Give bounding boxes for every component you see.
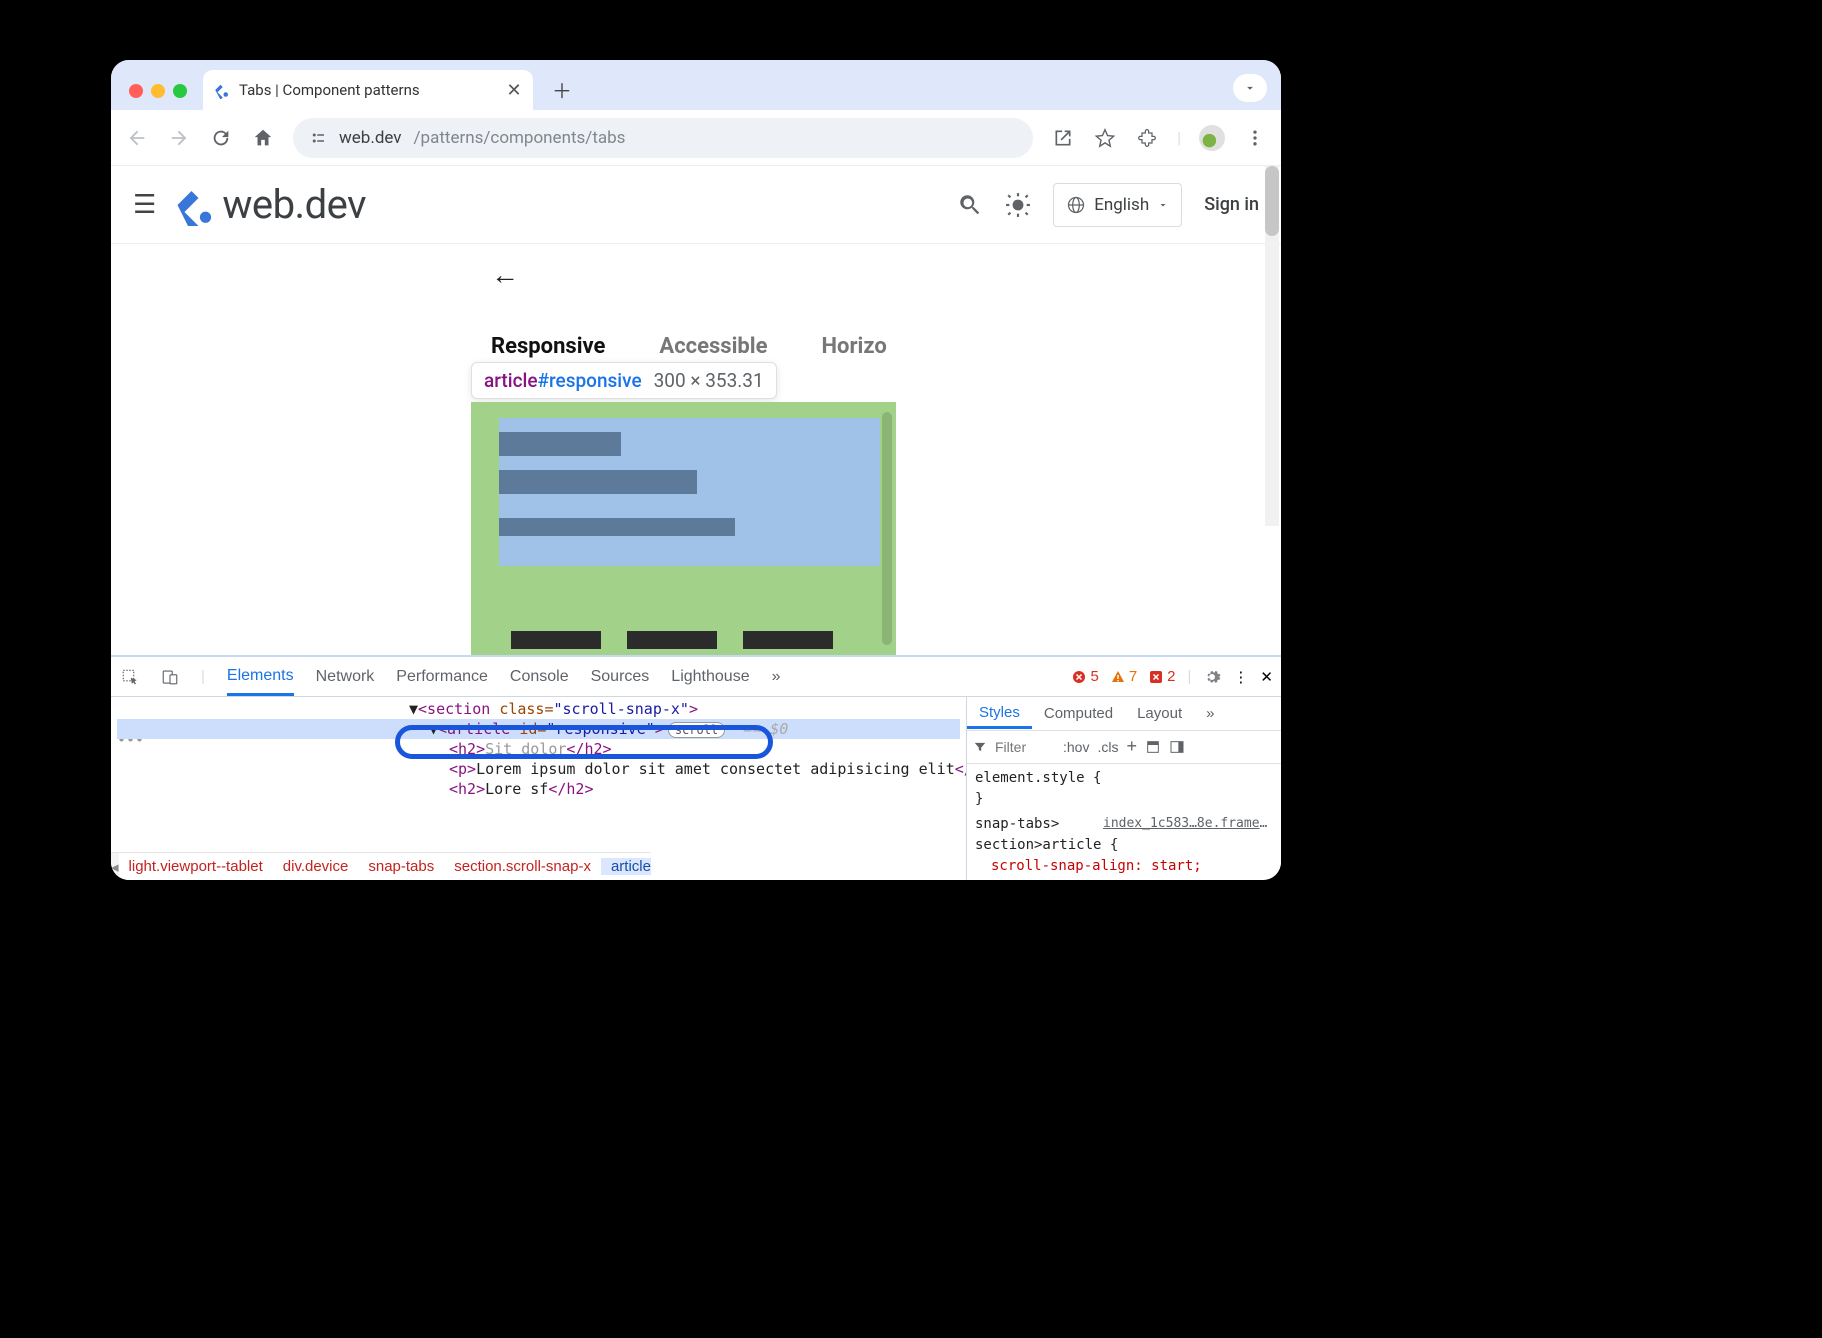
dom-breadcrumbs: ◂ light.viewport--tablet div.device snap…	[111, 852, 651, 880]
element-highlight-overlay	[471, 402, 896, 655]
crumb-item[interactable]: section.scroll-snap-x	[444, 858, 601, 875]
tooltip-tag: article	[484, 369, 538, 392]
window-controls	[123, 84, 197, 110]
tab-responsive[interactable]: Responsive	[491, 334, 605, 359]
devtools-tab-network[interactable]: Network	[316, 668, 375, 686]
styles-tab-computed[interactable]: Computed	[1032, 705, 1125, 722]
site-header: ☰ web.dev English Sign in	[111, 166, 1281, 244]
share-icon[interactable]	[1051, 126, 1075, 150]
browser-tab[interactable]: Tabs | Component patterns ✕	[203, 70, 533, 110]
new-style-rule-icon[interactable]: +	[1126, 736, 1137, 757]
back-arrow-icon[interactable]: ←	[491, 258, 519, 291]
annotation-highlight	[395, 725, 773, 759]
styles-pane: Styles Computed Layout » :hov .cls + ele…	[966, 697, 1281, 880]
site-info-icon[interactable]	[309, 129, 327, 147]
toggle-sidebar-icon[interactable]	[1169, 739, 1185, 755]
new-tab-button[interactable]: ＋	[547, 74, 577, 104]
error-counter[interactable]: 5	[1072, 668, 1098, 685]
browser-menu-icon[interactable]	[1243, 126, 1267, 150]
warning-counter[interactable]: 7	[1111, 668, 1137, 685]
devtools-panel: | Elements Network Performance Console S…	[111, 655, 1281, 880]
browser-toolbar: web.dev/patterns/components/tabs |	[111, 110, 1281, 166]
inspect-element-icon[interactable]	[121, 668, 139, 686]
minimize-window-icon[interactable]	[151, 84, 165, 98]
computed-styles-icon[interactable]	[1145, 739, 1161, 755]
styles-more-tabs-icon[interactable]: »	[1194, 705, 1226, 722]
back-button[interactable]	[125, 126, 149, 150]
crumb-scroll-left-icon[interactable]: ◂	[111, 853, 119, 880]
reload-button[interactable]	[209, 126, 233, 150]
filter-icon	[973, 740, 987, 754]
styles-toolbar: :hov .cls +	[967, 731, 1281, 765]
tab-strip: Tabs | Component patterns ✕ ＋	[111, 60, 1281, 110]
crumb-item-active[interactable]: article#responsive	[601, 858, 651, 875]
devtools-close-icon[interactable]: ✕	[1260, 668, 1273, 686]
demo-tabs: Responsive Accessible Horizo	[491, 334, 906, 359]
device-toolbar-icon[interactable]	[161, 668, 179, 686]
tooltip-id: #responsive	[538, 369, 642, 392]
crumb-item[interactable]: light.viewport--tablet	[119, 858, 273, 875]
styles-tab-layout[interactable]: Layout	[1125, 705, 1194, 722]
devtools-tab-console[interactable]: Console	[510, 668, 569, 686]
styles-filter-input[interactable]	[995, 739, 1055, 755]
devtools-menu-icon[interactable]: ⋮	[1233, 668, 1248, 686]
crumb-item[interactable]: snap-tabs	[358, 858, 444, 875]
issues-counter[interactable]: 2	[1149, 668, 1175, 685]
hov-toggle[interactable]: :hov	[1063, 739, 1089, 755]
devtools-tab-lighthouse[interactable]: Lighthouse	[671, 668, 749, 686]
devtools-tab-performance[interactable]: Performance	[396, 668, 488, 686]
tooltip-dimensions: 300 × 353.31	[654, 369, 764, 392]
bookmark-icon[interactable]	[1093, 126, 1117, 150]
site-name: web.dev	[222, 181, 366, 228]
url-path: /patterns/components/tabs	[414, 128, 626, 148]
profile-avatar[interactable]	[1199, 125, 1225, 151]
home-button[interactable]	[251, 126, 275, 150]
sign-in-button[interactable]: Sign in	[1204, 194, 1259, 215]
styles-rules[interactable]: element.style { } index_1c583…8e.frame:5…	[967, 764, 1281, 880]
close-window-icon[interactable]	[129, 84, 143, 98]
devtools-more-tabs-icon[interactable]: »	[772, 668, 781, 686]
devtools-settings-icon[interactable]	[1203, 668, 1221, 686]
devtools-tabs: | Elements Network Performance Console S…	[111, 657, 1281, 697]
address-bar[interactable]: web.dev/patterns/components/tabs	[293, 118, 1033, 158]
cls-toggle[interactable]: .cls	[1097, 739, 1118, 755]
demo-card: ← Responsive Accessible Horizo article#r…	[461, 244, 906, 655]
crumb-item[interactable]: div.device	[273, 858, 359, 875]
language-label: English	[1094, 195, 1149, 215]
toolbar-right: |	[1051, 125, 1267, 151]
maximize-window-icon[interactable]	[173, 84, 187, 98]
theme-toggle-icon[interactable]	[1005, 192, 1031, 218]
element-inspector-tooltip: article#responsive 300 × 353.31	[471, 362, 777, 399]
site-logo[interactable]: web.dev	[174, 181, 366, 228]
devtools-tab-sources[interactable]: Sources	[591, 668, 650, 686]
language-selector[interactable]: English	[1053, 183, 1182, 227]
stylesheet-source-link[interactable]: index_1c583…8e.frame:50	[1103, 814, 1273, 834]
preview-scrollbar[interactable]	[882, 412, 892, 645]
styles-tabs: Styles Computed Layout »	[967, 697, 1281, 731]
page-content: ← Responsive Accessible Horizo article#r…	[111, 244, 1281, 655]
search-icon[interactable]	[957, 192, 983, 218]
browser-window: Tabs | Component patterns ✕ ＋ web.dev/pa…	[111, 60, 1281, 880]
search-tabs-button[interactable]	[1233, 74, 1267, 102]
tab-title: Tabs | Component patterns	[239, 81, 497, 99]
tab-horizontal[interactable]: Horizo	[822, 334, 887, 359]
extensions-icon[interactable]	[1135, 126, 1159, 150]
url-domain: web.dev	[339, 128, 402, 148]
dom-tree[interactable]: ▼<section class="scroll-snap-x"> ••• ▼<a…	[111, 697, 966, 880]
favicon-icon	[213, 81, 231, 99]
tab-accessible[interactable]: Accessible	[659, 334, 767, 359]
styles-tab-styles[interactable]: Styles	[967, 704, 1032, 729]
close-tab-icon[interactable]: ✕	[505, 81, 523, 99]
devtools-tab-elements[interactable]: Elements	[227, 667, 294, 696]
hamburger-menu-icon[interactable]: ☰	[133, 190, 156, 220]
forward-button[interactable]	[167, 126, 191, 150]
